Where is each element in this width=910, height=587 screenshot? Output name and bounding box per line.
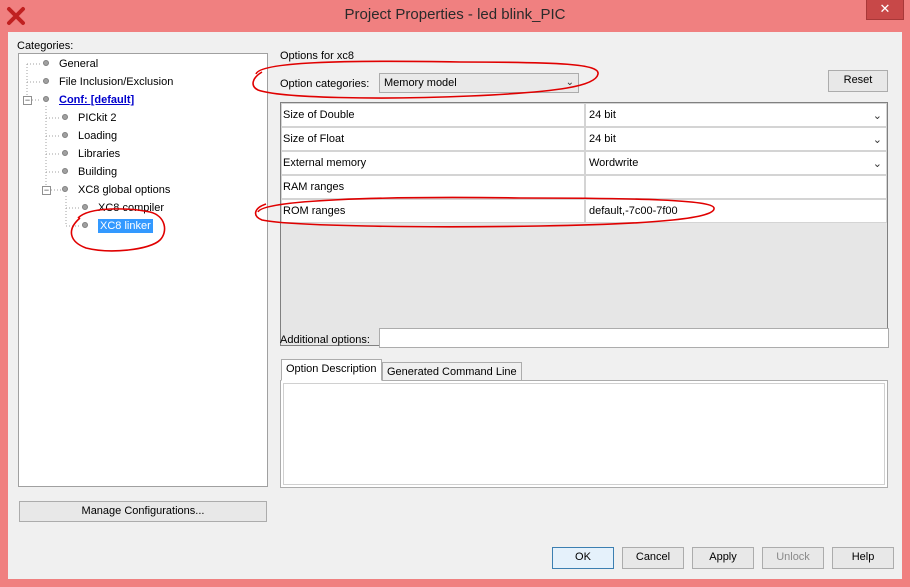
additional-options-input[interactable] [379, 328, 889, 348]
chevron-down-icon: ⌄ [872, 110, 882, 122]
chevron-down-icon: ⌄ [565, 77, 574, 88]
tree-item-label: XC8 global options [78, 184, 171, 196]
apply-button[interactable]: Apply [692, 547, 754, 569]
options-title: Options for xc8 [280, 50, 354, 62]
option-name: External memory [281, 151, 585, 175]
tree-item-file-inclusion[interactable]: File Inclusion/Exclusion [43, 74, 173, 90]
close-button[interactable]: ✕ [866, 0, 904, 20]
categories-tree[interactable]: − − General File Inclusion/Exclusion Con… [18, 53, 268, 487]
option-value-field[interactable] [585, 175, 887, 199]
tree-item-label: Loading [78, 130, 118, 142]
tree-item-label: Conf: [default] [59, 94, 135, 106]
option-row-ram-ranges: RAM ranges [281, 175, 887, 199]
option-description-panel [280, 380, 888, 488]
chevron-down-icon: ⌄ [872, 134, 882, 146]
tree-item-xc8-global[interactable]: XC8 global options [62, 182, 170, 198]
node-icon [43, 60, 49, 67]
option-value-select[interactable]: 24 bit ⌄ [585, 127, 887, 151]
option-value-select[interactable]: 24 bit ⌄ [585, 103, 887, 127]
option-description-text [283, 383, 885, 485]
option-categories-value: Memory model [384, 77, 457, 89]
window-title: Project Properties - led blink_PIC [344, 6, 566, 23]
close-icon: ✕ [879, 1, 891, 16]
dialog-body: Categories: − − General File Inclusion/E… [8, 32, 902, 579]
expander-conf[interactable]: − [23, 96, 32, 105]
tree-item-label: General [59, 58, 99, 70]
tree-item-conf-default[interactable]: Conf: [default] [43, 92, 134, 108]
help-button[interactable]: Help [832, 547, 894, 569]
option-name: Size of Float [281, 127, 585, 151]
node-icon [43, 78, 49, 85]
option-categories-select[interactable]: Memory model ⌄ [379, 73, 579, 93]
option-name: RAM ranges [281, 175, 585, 199]
tree-item-xc8-compiler[interactable]: XC8 compiler [82, 200, 164, 216]
tree-item-label: File Inclusion/Exclusion [59, 76, 174, 88]
tree-item-label: Building [78, 166, 118, 178]
reset-button[interactable]: Reset [828, 70, 888, 92]
option-categories-label: Option categories: [280, 78, 370, 90]
ok-button[interactable]: OK [552, 547, 614, 569]
option-name: ROM ranges [281, 199, 585, 223]
node-icon [62, 168, 68, 175]
tree-item-libraries[interactable]: Libraries [62, 146, 120, 162]
tab-generated-command-line[interactable]: Generated Command Line [382, 362, 522, 382]
categories-label: Categories: [17, 40, 74, 52]
tree-item-label: PICkit 2 [78, 112, 117, 124]
node-icon [82, 222, 88, 229]
option-value: 24 bit [589, 109, 616, 121]
option-value-field[interactable]: default,-7c00-7f00 [585, 199, 887, 223]
option-row-size-of-double: Size of Double 24 bit ⌄ [281, 103, 887, 127]
node-icon [62, 150, 68, 157]
node-icon [82, 204, 88, 211]
option-value: 24 bit [589, 133, 616, 145]
tree-item-label: XC8 linker [98, 219, 153, 233]
chevron-down-icon: ⌄ [872, 158, 882, 170]
additional-options-label: Additional options: [280, 334, 370, 346]
tree-item-pickit2[interactable]: PICkit 2 [62, 110, 117, 126]
option-value: Wordwrite [589, 157, 639, 169]
option-row-rom-ranges: ROM ranges default,-7c00-7f00 [281, 199, 887, 223]
tree-item-xc8-linker[interactable]: XC8 linker [82, 218, 153, 234]
tree-item-label: XC8 compiler [98, 202, 165, 214]
tree-item-general[interactable]: General [43, 56, 98, 72]
title-bar: Project Properties - led blink_PIC ✕ [0, 0, 910, 32]
options-grid: Size of Double 24 bit ⌄ Size of Float 24 … [280, 102, 888, 346]
tree-item-label: Libraries [78, 148, 121, 160]
node-icon [43, 96, 49, 103]
unlock-button[interactable]: Unlock [762, 547, 824, 569]
option-row-size-of-float: Size of Float 24 bit ⌄ [281, 127, 887, 151]
option-row-external-memory: External memory Wordwrite ⌄ [281, 151, 887, 175]
node-icon [62, 114, 68, 121]
expander-xc8-global[interactable]: − [42, 186, 51, 195]
option-value-select[interactable]: Wordwrite ⌄ [585, 151, 887, 175]
tree-item-loading[interactable]: Loading [62, 128, 117, 144]
tree-item-building[interactable]: Building [62, 164, 117, 180]
option-name: Size of Double [281, 103, 585, 127]
tab-option-description[interactable]: Option Description [281, 359, 382, 381]
manage-configurations-button[interactable]: Manage Configurations... [19, 501, 267, 522]
node-icon [62, 186, 68, 193]
node-icon [62, 132, 68, 139]
cancel-button[interactable]: Cancel [622, 547, 684, 569]
options-grid-body: Size of Double 24 bit ⌄ Size of Float 24 … [281, 103, 887, 345]
